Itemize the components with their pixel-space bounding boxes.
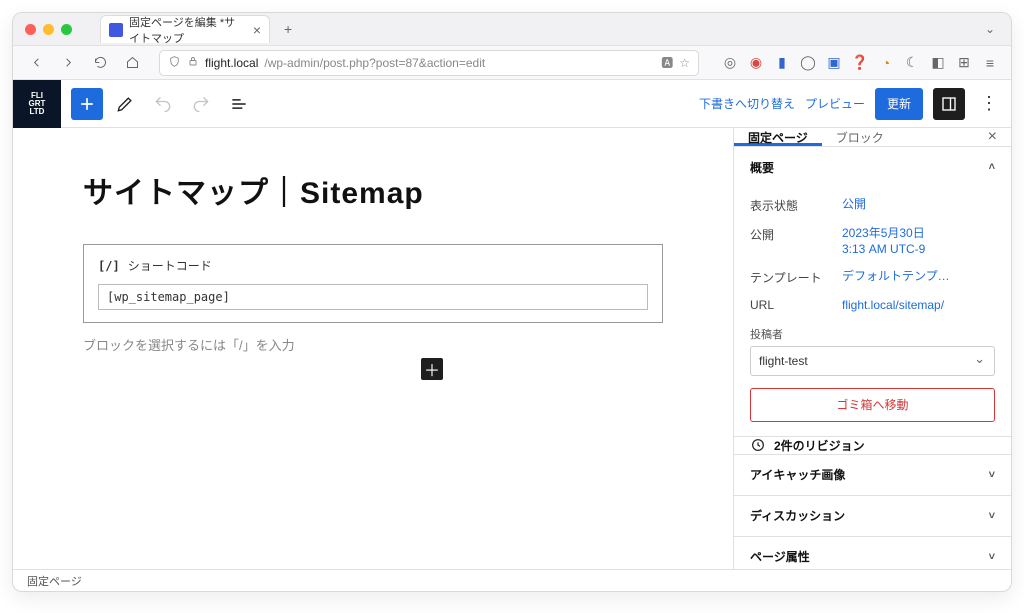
tab-block[interactable]: ブロック xyxy=(822,128,898,146)
window-controls[interactable] xyxy=(25,24,72,35)
publish-row[interactable]: 公開2023年5月30日 3:13 AM UTC-9 xyxy=(750,220,995,263)
shield-icon xyxy=(168,55,181,71)
ext-icon-9[interactable]: ◧ xyxy=(927,50,949,76)
menu-button[interactable]: ≡ xyxy=(979,50,1001,76)
trash-button[interactable]: ゴミ箱へ移動 xyxy=(750,388,995,422)
featured-panel-toggle[interactable]: アイキャッチ画像˅ xyxy=(734,455,1011,495)
visibility-row[interactable]: 表示状態公開 xyxy=(750,191,995,220)
back-button[interactable] xyxy=(23,50,49,76)
shortcode-block[interactable]: [/] ショートコード xyxy=(83,244,663,323)
address-bar[interactable]: flight.local/wp-admin/post.php?post=87&a… xyxy=(159,50,699,76)
translate-icon[interactable]: 🅰 xyxy=(661,54,673,71)
tab-title: 固定ページを編集 *サイトマップ xyxy=(129,14,245,46)
browser-tab[interactable]: 固定ページを編集 *サイトマップ × xyxy=(100,15,270,43)
close-sidebar-button[interactable]: × xyxy=(974,128,1011,146)
url-domain: flight.local xyxy=(205,56,258,70)
redo-button[interactable] xyxy=(185,88,217,120)
template-row[interactable]: テンプレートデフォルトテンプ… xyxy=(750,263,995,292)
discussion-panel-toggle[interactable]: ディスカッション˅ xyxy=(734,496,1011,536)
outline-button[interactable] xyxy=(223,88,255,120)
switch-draft-link[interactable]: 下書きへ切り替え xyxy=(699,95,795,112)
shortcode-label: ショートコード xyxy=(128,257,212,274)
page-title[interactable]: サイトマップ｜Sitemap xyxy=(83,168,663,212)
inline-add-block-button[interactable]: ＋ xyxy=(421,358,443,380)
more-options-button[interactable]: ⋮ xyxy=(975,93,1003,114)
tab-page[interactable]: 固定ページ xyxy=(734,128,822,146)
tabs-dropdown-icon[interactable]: ⌄ xyxy=(985,22,995,36)
author-label: 投稿者 xyxy=(750,326,995,342)
shortcode-icon: [/] xyxy=(98,259,120,273)
home-button[interactable] xyxy=(119,50,145,76)
chevron-down-icon: ˅ xyxy=(989,469,995,481)
close-tab-icon[interactable]: × xyxy=(253,22,261,38)
favicon-icon xyxy=(109,23,123,37)
edit-tool-button[interactable] xyxy=(109,88,141,120)
ext-icon-5[interactable]: ▣ xyxy=(823,50,845,76)
url-row[interactable]: URLflight.local/sitemap/ xyxy=(750,292,995,320)
ext-icon-6[interactable]: ❓ xyxy=(849,50,871,76)
summary-panel-toggle[interactable]: 概要˄ xyxy=(734,147,1011,187)
shortcode-input[interactable] xyxy=(98,284,648,310)
add-block-button[interactable] xyxy=(71,88,103,120)
revisions-button[interactable]: 2件のリビジョン xyxy=(734,437,1011,455)
undo-button[interactable] xyxy=(147,88,179,120)
site-logo[interactable]: FLI GRT LTD xyxy=(13,80,61,128)
minimize-window-icon[interactable] xyxy=(43,24,54,35)
author-select[interactable]: flight-test xyxy=(750,346,995,376)
new-tab-button[interactable]: + xyxy=(278,21,298,37)
ext-icon-4[interactable]: ◯ xyxy=(797,50,819,76)
close-window-icon[interactable] xyxy=(25,24,36,35)
chevron-down-icon: ˅ xyxy=(989,510,995,522)
ext-icon-7[interactable]: ◔ xyxy=(875,50,897,76)
maximize-window-icon[interactable] xyxy=(61,24,72,35)
history-icon xyxy=(750,437,766,453)
settings-toggle-button[interactable] xyxy=(933,88,965,120)
reload-button[interactable] xyxy=(87,50,113,76)
url-path: /wp-admin/post.php?post=87&action=edit xyxy=(264,56,485,70)
ext-icon-8[interactable]: ☾ xyxy=(901,50,923,76)
bookmark-icon[interactable]: ☆ xyxy=(679,56,690,70)
ext-icon-3[interactable]: ▮ xyxy=(771,50,793,76)
chevron-up-icon: ˄ xyxy=(989,161,995,173)
breadcrumb[interactable]: 固定ページ xyxy=(27,573,82,589)
update-button[interactable]: 更新 xyxy=(875,88,923,120)
extensions-button[interactable]: ⊞ xyxy=(953,50,975,76)
forward-button[interactable] xyxy=(55,50,81,76)
lock-icon xyxy=(187,55,199,70)
page-attr-panel-toggle[interactable]: ページ属性˅ xyxy=(734,537,1011,569)
preview-link[interactable]: プレビュー xyxy=(805,95,865,112)
ext-icon-1[interactable]: ◎ xyxy=(719,50,741,76)
block-appender[interactable]: ブロックを選択するには「/」を入力 xyxy=(83,335,663,354)
ext-icon-2[interactable]: ◉ xyxy=(745,50,767,76)
chevron-down-icon: ˅ xyxy=(989,551,995,563)
